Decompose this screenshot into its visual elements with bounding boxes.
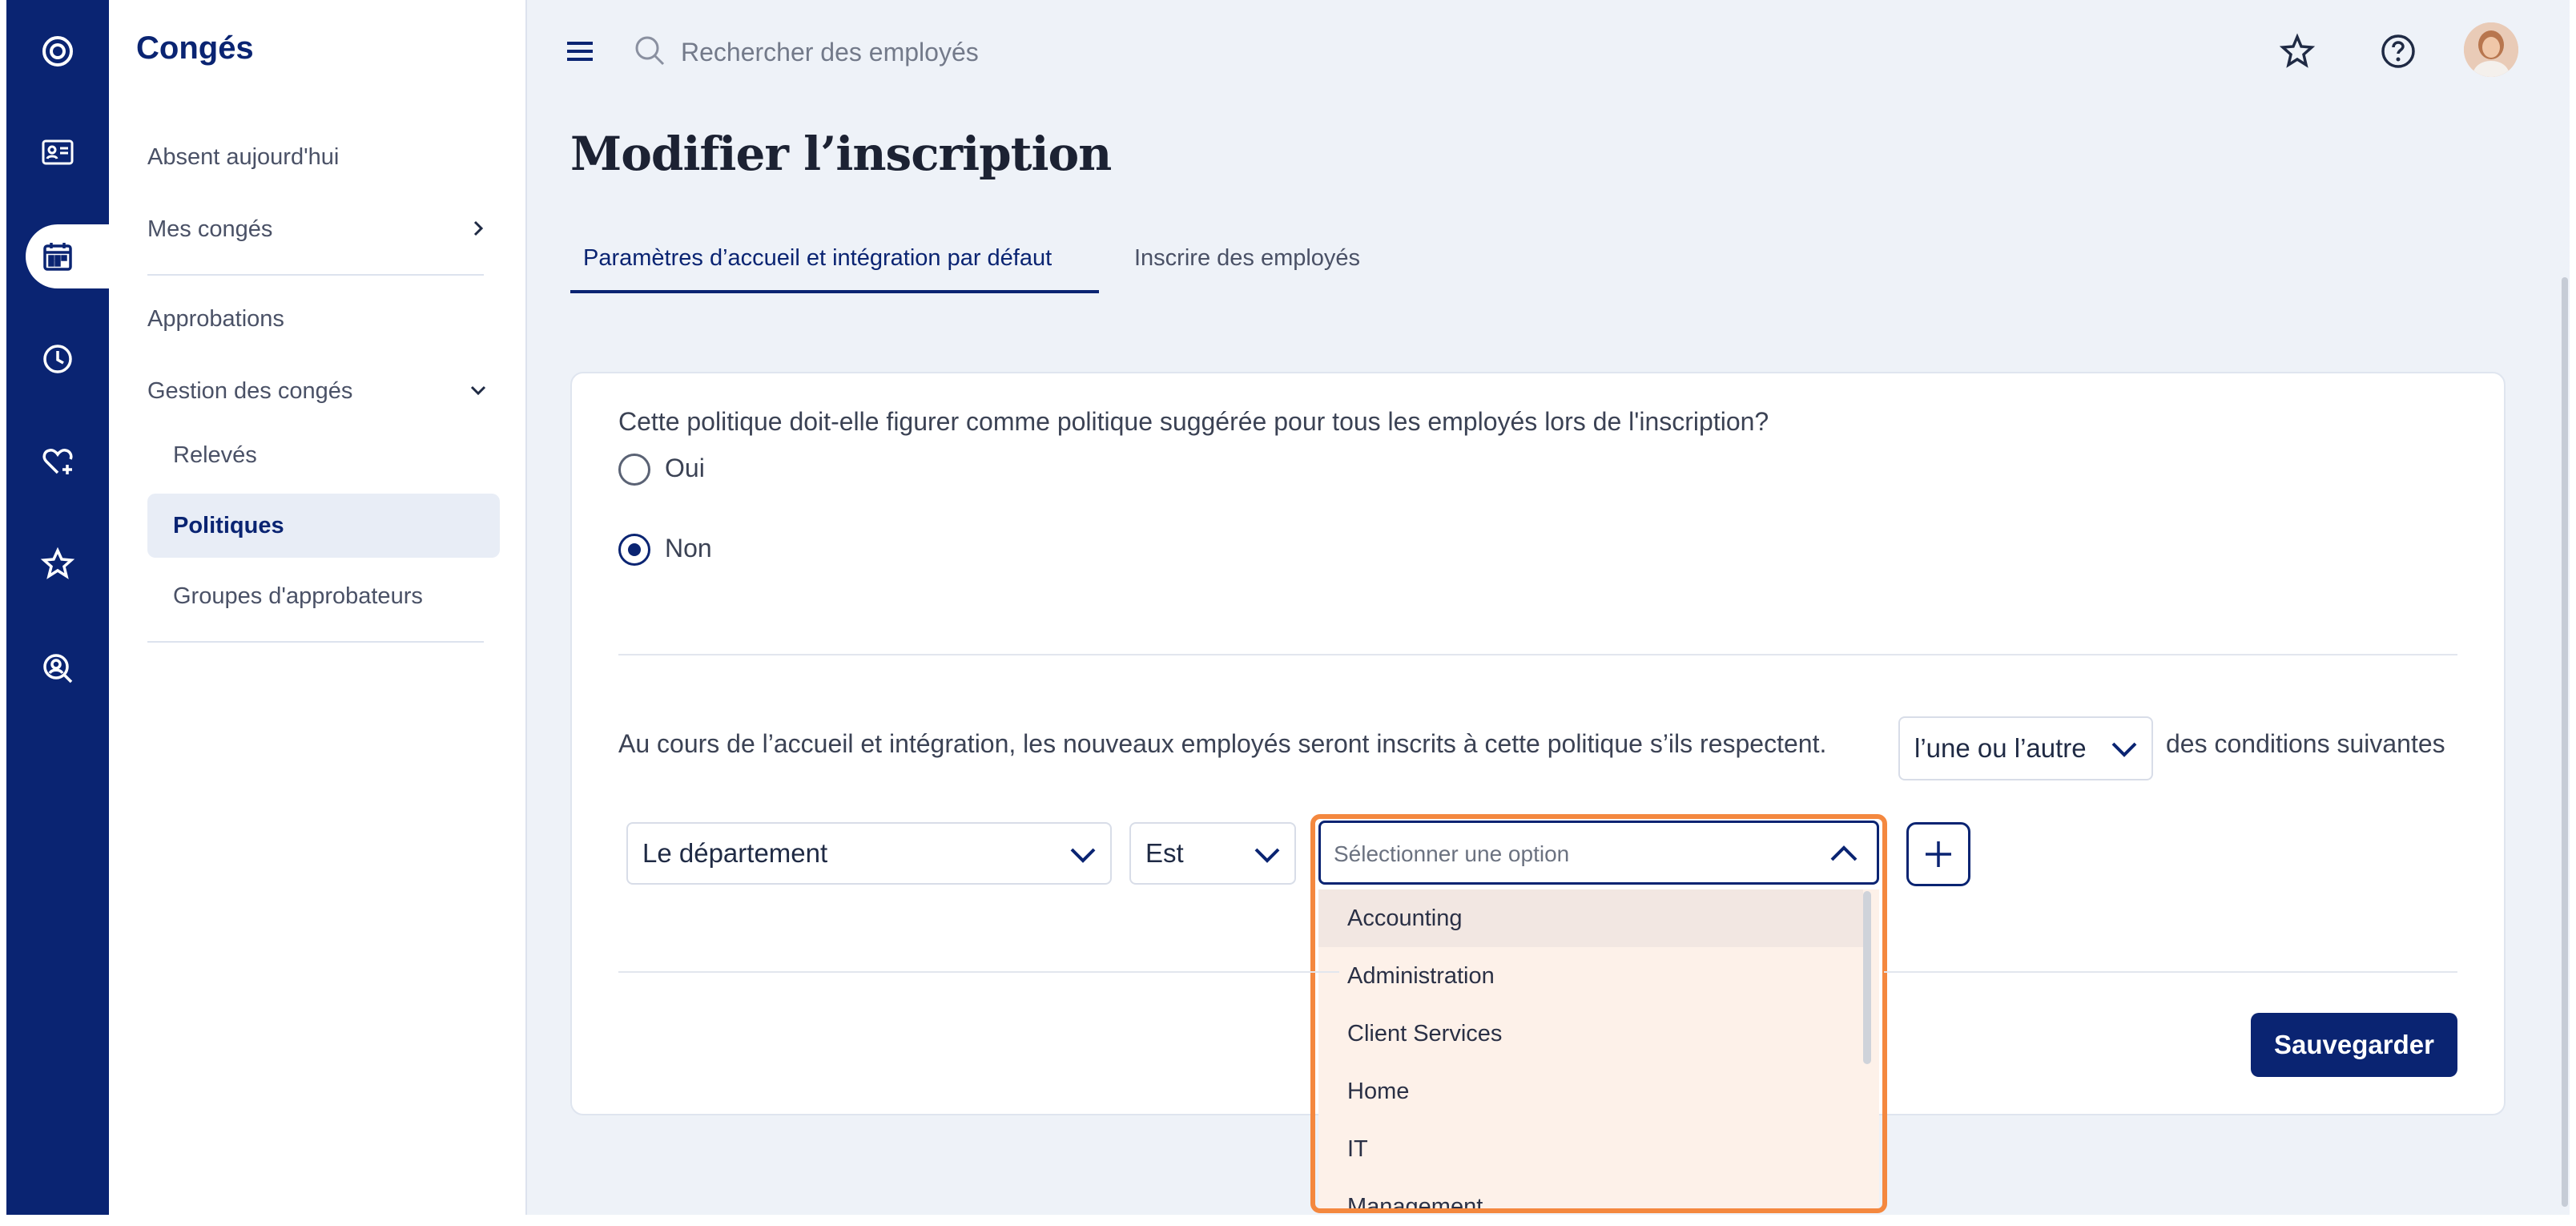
sub-navigation: Congés Absent aujourd'hui Mes congés App… <box>109 0 527 1215</box>
value-combobox-input[interactable] <box>1332 834 1800 874</box>
operator-select[interactable]: Est <box>1129 822 1296 885</box>
option-client-services[interactable]: Client Services <box>1318 1005 1863 1063</box>
dropdown-scrollbar[interactable] <box>1863 891 1871 1064</box>
chevron-down-icon <box>1070 848 1096 863</box>
field-select[interactable]: Le département <box>626 822 1112 885</box>
section-divider <box>618 654 2457 655</box>
search-icon <box>635 36 665 66</box>
radio-yes[interactable] <box>618 454 650 486</box>
condition-match-value: l’une ou l’autre <box>1914 733 2087 763</box>
active-tab-indicator <box>570 290 1099 293</box>
star-favorites-icon[interactable] <box>2278 32 2316 71</box>
radio-yes-label[interactable]: Oui <box>665 454 705 483</box>
icon-rail <box>6 0 115 1215</box>
field-select-value: Le département <box>642 838 828 868</box>
option-home[interactable]: Home <box>1318 1063 1863 1120</box>
menu-icon[interactable] <box>567 40 593 63</box>
footer-divider <box>618 971 1339 973</box>
nav-item-approver-groups[interactable]: Groupes d'approbateurs <box>173 583 423 610</box>
nav-item-my-leaves[interactable]: Mes congés <box>147 216 272 243</box>
nav-item-statements[interactable]: Relevés <box>173 442 257 469</box>
radio-no[interactable] <box>618 534 650 566</box>
id-card-icon[interactable] <box>26 120 90 184</box>
condition-match-select[interactable]: l’une ou l’autre <box>1898 716 2153 780</box>
subnav-title: Congés <box>136 30 254 66</box>
page-title: Modifier l’inscription <box>570 127 1112 181</box>
operator-select-value: Est <box>1145 838 1184 868</box>
heart-plus-icon[interactable] <box>26 430 90 494</box>
help-icon[interactable] <box>2379 32 2417 71</box>
chevron-up-icon[interactable] <box>1829 842 1859 866</box>
condition-suffix-text: des conditions suivantes <box>2166 729 2445 758</box>
nav-item-approvals[interactable]: Approbations <box>147 306 284 333</box>
nav-item-policies[interactable]: Politiques <box>173 513 284 539</box>
page-scrollbar[interactable] <box>2562 277 2568 1207</box>
chevron-down-icon <box>1254 848 1280 863</box>
plus-icon <box>1926 841 1951 867</box>
app-window: Congés Absent aujourd'hui Mes congés App… <box>6 0 2570 1215</box>
value-combobox[interactable] <box>1318 821 1879 885</box>
add-condition-button[interactable] <box>1906 822 1970 886</box>
chevron-right-icon[interactable] <box>468 218 489 239</box>
option-management[interactable]: Management <box>1318 1178 1863 1211</box>
value-options-list: Accounting Administration Client Service… <box>1318 889 1879 1210</box>
condition-prefix-text: Au cours de l’accueil et intégration, le… <box>618 729 1827 758</box>
avatar[interactable] <box>2464 22 2518 77</box>
nav-item-absent-today[interactable]: Absent aujourd'hui <box>147 144 339 171</box>
nav-divider <box>147 274 484 276</box>
tab-default-onboarding-settings[interactable]: Paramètres d’accueil et intégration par … <box>583 245 1052 272</box>
search-person-icon[interactable] <box>26 636 90 700</box>
nav-divider <box>147 641 484 643</box>
option-it[interactable]: IT <box>1318 1120 1863 1178</box>
radio-no-label[interactable]: Non <box>665 534 712 563</box>
calendar-icon[interactable] <box>26 224 90 288</box>
option-administration[interactable]: Administration <box>1318 947 1863 1005</box>
logo-icon[interactable] <box>26 19 90 83</box>
suggested-policy-question: Cette politique doit-elle figurer comme … <box>618 407 1769 436</box>
chevron-down-icon <box>2111 742 2137 757</box>
footer-divider <box>1884 971 2457 973</box>
tab-enroll-employees[interactable]: Inscrire des employés <box>1134 245 1360 272</box>
nav-item-leave-management[interactable]: Gestion des congés <box>147 378 352 405</box>
option-accounting[interactable]: Accounting <box>1318 889 1863 947</box>
clock-icon[interactable] <box>26 327 90 391</box>
search-input[interactable] <box>679 29 1403 75</box>
save-button[interactable]: Sauvegarder <box>2251 1013 2457 1077</box>
star-icon[interactable] <box>26 532 90 596</box>
chevron-down-icon[interactable] <box>468 380 489 401</box>
